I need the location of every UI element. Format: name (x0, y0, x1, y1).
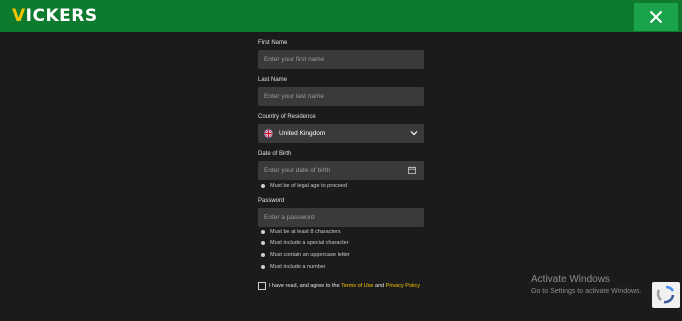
chevron-down-icon (410, 131, 418, 136)
first-name-field[interactable] (258, 50, 424, 69)
bullet-icon (261, 241, 265, 245)
password-field[interactable] (258, 208, 424, 227)
terms-prefix: I have read, and agree to the (269, 283, 342, 289)
recaptcha-icon (656, 285, 675, 304)
password-rule: Must be at least 8 characters (261, 229, 341, 235)
logo-letter-v: V (12, 6, 26, 26)
country-select[interactable]: United Kingdom (258, 124, 424, 143)
country-value: United Kingdom (279, 130, 326, 137)
dob-field[interactable] (258, 161, 424, 180)
vickers-logo[interactable]: VICKERS (12, 6, 98, 26)
password-rule: Must include a special character (261, 240, 349, 246)
bullet-icon (261, 184, 265, 188)
first-name-input[interactable] (264, 56, 424, 63)
password-rule-text: Must be at least 8 characters (270, 229, 341, 235)
country-label: Country of Residence (258, 114, 316, 120)
password-rule-text: Must contain an uppercase letter (270, 252, 350, 258)
top-bar: VICKERS (0, 0, 682, 32)
terms-text: I have read, and agree to the Terms of U… (269, 281, 439, 291)
dob-hint-text: Must be of legal age to proceed (270, 183, 348, 189)
dob-label: Date of Birth (258, 151, 292, 157)
logo-text: ICKERS (25, 6, 98, 26)
last-name-label: Last Name (258, 77, 288, 83)
password-rule-text: Must include a special character (270, 240, 349, 246)
first-name-label: First Name (258, 40, 288, 46)
password-rule: Must contain an uppercase letter (261, 252, 350, 258)
dob-input[interactable] (264, 167, 424, 174)
bullet-icon (261, 230, 265, 234)
activate-windows-title: Activate Windows (531, 274, 610, 285)
calendar-icon[interactable] (408, 166, 416, 174)
password-label: Password (258, 198, 285, 204)
bullet-icon (261, 265, 265, 269)
close-button[interactable] (634, 3, 678, 31)
privacy-policy-link[interactable]: Privacy Policy (386, 283, 420, 289)
bullet-icon (261, 253, 265, 257)
terms-of-use-link[interactable]: Terms of Use (341, 283, 373, 289)
dob-hint: Must be of legal age to proceed (261, 183, 347, 189)
last-name-input[interactable] (264, 93, 424, 100)
uk-flag-icon (264, 129, 273, 138)
recaptcha-badge[interactable] (652, 282, 680, 308)
terms-middle: and (373, 283, 386, 289)
password-input[interactable] (264, 214, 424, 221)
terms-checkbox[interactable] (258, 282, 266, 290)
activate-windows-subtitle: Go to Settings to activate Windows. (531, 288, 642, 295)
password-rule: Must include a number (261, 264, 326, 270)
last-name-field[interactable] (258, 87, 424, 106)
close-icon (649, 10, 663, 24)
password-rule-text: Must include a number (270, 264, 326, 270)
